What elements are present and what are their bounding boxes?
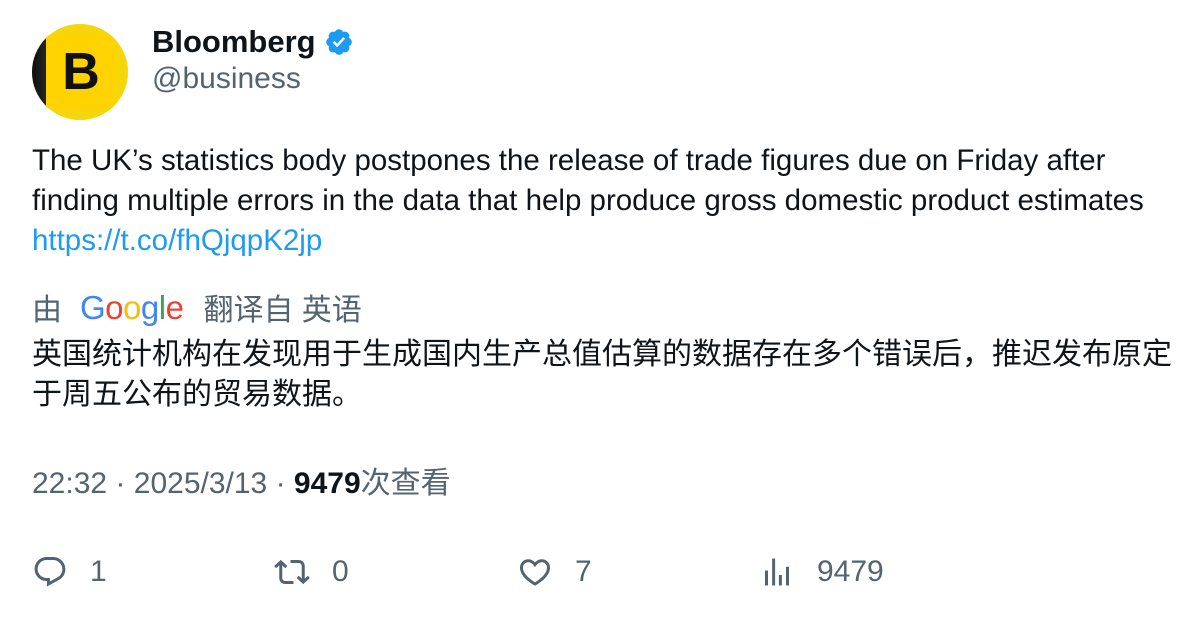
retweet-button[interactable]: 0 bbox=[274, 552, 349, 592]
meta-separator: · bbox=[115, 467, 126, 500]
like-button[interactable]: 7 bbox=[517, 552, 592, 592]
meta-separator: · bbox=[275, 467, 286, 500]
tweet-link[interactable]: https://t.co/fhQjqpK2jp bbox=[32, 224, 322, 257]
analytics-icon bbox=[765, 558, 789, 586]
display-name[interactable]: Bloomberg bbox=[152, 24, 316, 60]
heart-icon bbox=[519, 559, 551, 586]
like-count: 7 bbox=[575, 555, 592, 588]
views-label: 次查看 bbox=[360, 467, 451, 500]
tweet-body: The UK’s statistics body postpones the r… bbox=[32, 144, 1144, 217]
author-handle[interactable]: @business bbox=[152, 62, 301, 96]
tweet-meta: 22:32 · 2025/3/13 · 9479次查看 bbox=[32, 464, 451, 504]
action-bar: 1 0 7 9479 bbox=[32, 552, 1172, 592]
verified-badge-icon bbox=[324, 27, 354, 57]
retweet-count: 0 bbox=[332, 555, 349, 588]
tweet-time[interactable]: 22:32 bbox=[32, 467, 107, 500]
translation-prefix: 由 bbox=[32, 294, 62, 327]
views-button[interactable]: 9479 bbox=[759, 552, 884, 592]
translation-suffix[interactable]: 翻译自 英语 bbox=[203, 285, 361, 329]
author-name-row: Bloomberg bbox=[152, 22, 354, 62]
avatar[interactable]: B bbox=[32, 24, 128, 120]
translated-text: 英国统计机构在发现用于生成国内生产总值估算的数据存在多个错误后，推迟发布原定于周… bbox=[32, 338, 1172, 411]
tweet-text: The UK’s statistics body postpones the r… bbox=[32, 141, 1172, 261]
reply-button[interactable]: 1 bbox=[32, 552, 107, 592]
translation-attribution: 由 Google 翻译自 英语 bbox=[32, 286, 362, 328]
views-count: 9479 bbox=[293, 467, 361, 500]
reply-icon bbox=[34, 557, 66, 587]
retweet-icon bbox=[274, 559, 310, 585]
views-stat: 9479 bbox=[817, 555, 884, 588]
tweet-date[interactable]: 2025/3/13 bbox=[134, 467, 267, 500]
avatar-logo: B bbox=[46, 34, 116, 110]
reply-count: 1 bbox=[90, 555, 107, 588]
google-logo-icon: Google bbox=[80, 288, 184, 326]
